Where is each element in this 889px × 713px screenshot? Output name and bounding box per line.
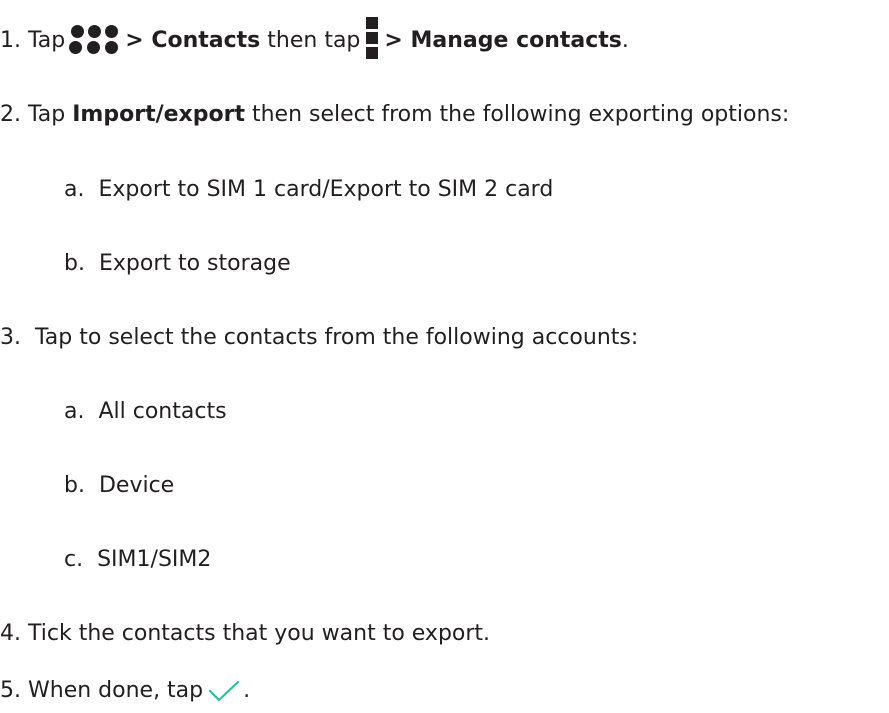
period: .: [243, 678, 251, 703]
option-text: Export to storage: [98, 251, 291, 276]
option-item: b. Device: [64, 471, 174, 501]
menu-icon: [366, 17, 379, 59]
step-5: 5. When done, tap.: [0, 676, 250, 706]
option-letter: a.: [64, 399, 85, 424]
step-4: 4. Tick the contacts that you want to ex…: [0, 619, 490, 649]
step-text: then select from the following exporting…: [251, 102, 790, 127]
step-number: 5.: [0, 678, 21, 703]
option-text: SIM1/SIM2: [97, 547, 212, 572]
option-text: Device: [98, 473, 175, 498]
contacts-label: > Contacts: [125, 28, 261, 53]
option-item: a. All contacts: [64, 397, 227, 427]
step-number: 4.: [0, 621, 21, 646]
step-text: Tap to select the contacts from the foll…: [35, 325, 639, 350]
checkmark-icon: [209, 680, 240, 702]
manage-contacts-label: > Manage contacts: [384, 28, 622, 53]
step-number: 2.: [0, 102, 21, 127]
step-1: 1. Tap > Contacts then tap > Manage contac…: [0, 17, 629, 59]
apps-icon: [67, 25, 123, 55]
option-letter: b.: [64, 473, 85, 498]
step-number: 3.: [0, 325, 21, 350]
option-letter: a.: [64, 177, 85, 202]
option-letter: b.: [64, 251, 85, 276]
step-number: 1.: [0, 28, 21, 53]
step-text: Tap: [28, 28, 66, 53]
import-export-label: Import/export: [72, 102, 245, 127]
option-text: All contacts: [98, 399, 227, 424]
option-letter: c.: [64, 547, 84, 572]
option-item: b. Export to storage: [64, 249, 291, 279]
option-text: Export to SIM 1 card/Export to SIM 2 car…: [98, 177, 554, 202]
step-text: When done, tap: [28, 678, 204, 703]
step-text: Tick the contacts that you want to expor…: [28, 621, 491, 646]
option-item: a. Export to SIM 1 card/Export to SIM 2 …: [64, 175, 553, 205]
step-3: 3. Tap to select the contacts from the f…: [0, 323, 638, 353]
option-item: c. SIM1/SIM2: [64, 545, 211, 575]
step-2: 2. Tap Import/export then select from th…: [0, 100, 789, 130]
step-text: then tap: [267, 28, 361, 53]
step-text: Tap: [28, 102, 66, 127]
period: .: [621, 28, 629, 53]
